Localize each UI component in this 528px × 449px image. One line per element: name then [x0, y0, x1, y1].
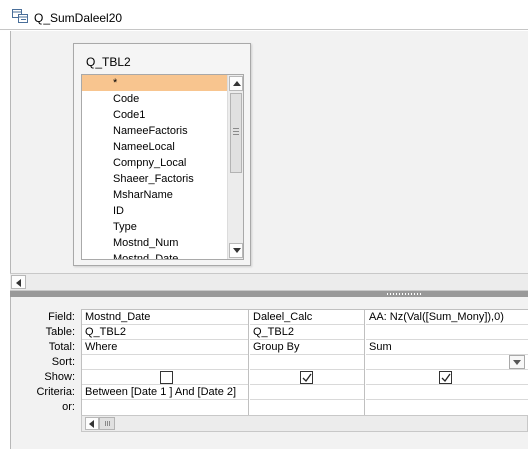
show-cell — [366, 370, 528, 385]
chevron-down-icon — [513, 360, 521, 365]
query-icon — [12, 9, 28, 23]
scroll-thumb[interactable] — [230, 93, 242, 173]
grid-column[interactable]: Daleel_Calc Q_TBL2 Group By — [250, 310, 365, 416]
row-label-table: Table: — [45, 326, 75, 338]
field-list-item[interactable]: NameeFactoris — [82, 123, 229, 139]
field-list-item[interactable]: Shaeer_Factoris — [82, 171, 229, 187]
scroll-left-arrow-icon[interactable] — [11, 275, 26, 289]
sort-cell[interactable] — [366, 355, 528, 370]
show-checkbox[interactable] — [439, 371, 452, 384]
table-cell[interactable]: Q_TBL2 — [250, 325, 364, 340]
show-cell — [250, 370, 364, 385]
show-cell — [82, 370, 248, 385]
field-list-item[interactable]: MsharName — [82, 187, 229, 203]
field-cell[interactable]: Mostnd_Date — [82, 310, 248, 325]
row-label-criteria: Criteria: — [36, 386, 75, 398]
total-cell[interactable]: Where — [82, 340, 248, 355]
field-list-item[interactable]: Compny_Local — [82, 155, 229, 171]
query-design-grid: Mostnd_Date Q_TBL2 Where Between [Date 1… — [81, 309, 528, 416]
show-checkbox[interactable] — [300, 371, 313, 384]
field-list-item[interactable]: * — [82, 75, 229, 91]
criteria-cell[interactable] — [366, 385, 528, 400]
grid-horizontal-scrollbar[interactable] — [81, 415, 528, 432]
or-cell[interactable] — [250, 400, 364, 415]
scroll-down-arrow-icon[interactable] — [229, 243, 243, 258]
field-list-item[interactable]: Code — [82, 91, 229, 107]
table-cell[interactable] — [366, 325, 528, 340]
splitter-grip-icon[interactable] — [387, 293, 421, 295]
criteria-cell[interactable] — [250, 385, 364, 400]
row-label-sort: Sort: — [51, 356, 75, 368]
or-cell[interactable] — [82, 400, 248, 415]
field-list-item[interactable]: Type — [82, 219, 229, 235]
field-list-item[interactable]: Mostnd_Date — [82, 251, 229, 259]
table-name: Q_TBL2 — [86, 55, 131, 69]
field-list-item[interactable]: NameeLocal — [82, 139, 229, 155]
grid-column[interactable]: Mostnd_Date Q_TBL2 Where Between [Date 1… — [82, 310, 249, 416]
row-label-field: Field: — [48, 311, 75, 323]
sort-dropdown-button[interactable] — [509, 355, 525, 369]
grid-column[interactable]: AA: Nz(Val([Sum_Mony]),0) Sum — [366, 310, 528, 416]
scroll-left-arrow-icon[interactable] — [85, 417, 99, 430]
total-cell[interactable]: Group By — [250, 340, 364, 355]
show-checkbox[interactable] — [160, 371, 173, 384]
criteria-cell[interactable]: Between [Date 1 ] And [Date 2] — [82, 385, 248, 400]
checkmark-icon — [302, 373, 312, 383]
field-list-item[interactable]: ID — [82, 203, 229, 219]
table-cell[interactable]: Q_TBL2 — [82, 325, 248, 340]
field-list-item[interactable]: Mostnd_Num — [82, 235, 229, 251]
query-window-titlebar: Q_SumDaleel20 — [0, 0, 528, 30]
field-list-scrollbar[interactable] — [227, 75, 243, 259]
checkmark-icon — [441, 373, 451, 383]
row-label-total: Total: — [48, 341, 75, 353]
field-cell[interactable]: AA: Nz(Val([Sum_Mony]),0) — [366, 310, 528, 325]
row-label-or: or: — [62, 401, 75, 413]
scroll-up-arrow-icon[interactable] — [229, 76, 243, 91]
table-box[interactable]: Q_TBL2 * Code Code1 NameeFactoris NameeL… — [73, 43, 251, 266]
sort-cell[interactable] — [250, 355, 364, 370]
total-cell[interactable]: Sum — [366, 340, 528, 355]
field-list-item[interactable]: Code1 — [82, 107, 229, 123]
row-label-show: Show: — [44, 371, 75, 383]
scroll-thumb[interactable] — [99, 417, 115, 430]
field-list[interactable]: * Code Code1 NameeFactoris NameeLocal Co… — [81, 74, 244, 260]
table-pane-horizontal-scrollbar[interactable] — [10, 273, 528, 291]
window-title: Q_SumDaleel20 — [34, 11, 123, 25]
or-cell[interactable] — [366, 400, 528, 415]
sort-cell[interactable] — [82, 355, 248, 370]
field-cell[interactable]: Daleel_Calc — [250, 310, 364, 325]
grid-row-labels: Field: Table: Total: Sort: Show: Criteri… — [10, 310, 76, 415]
